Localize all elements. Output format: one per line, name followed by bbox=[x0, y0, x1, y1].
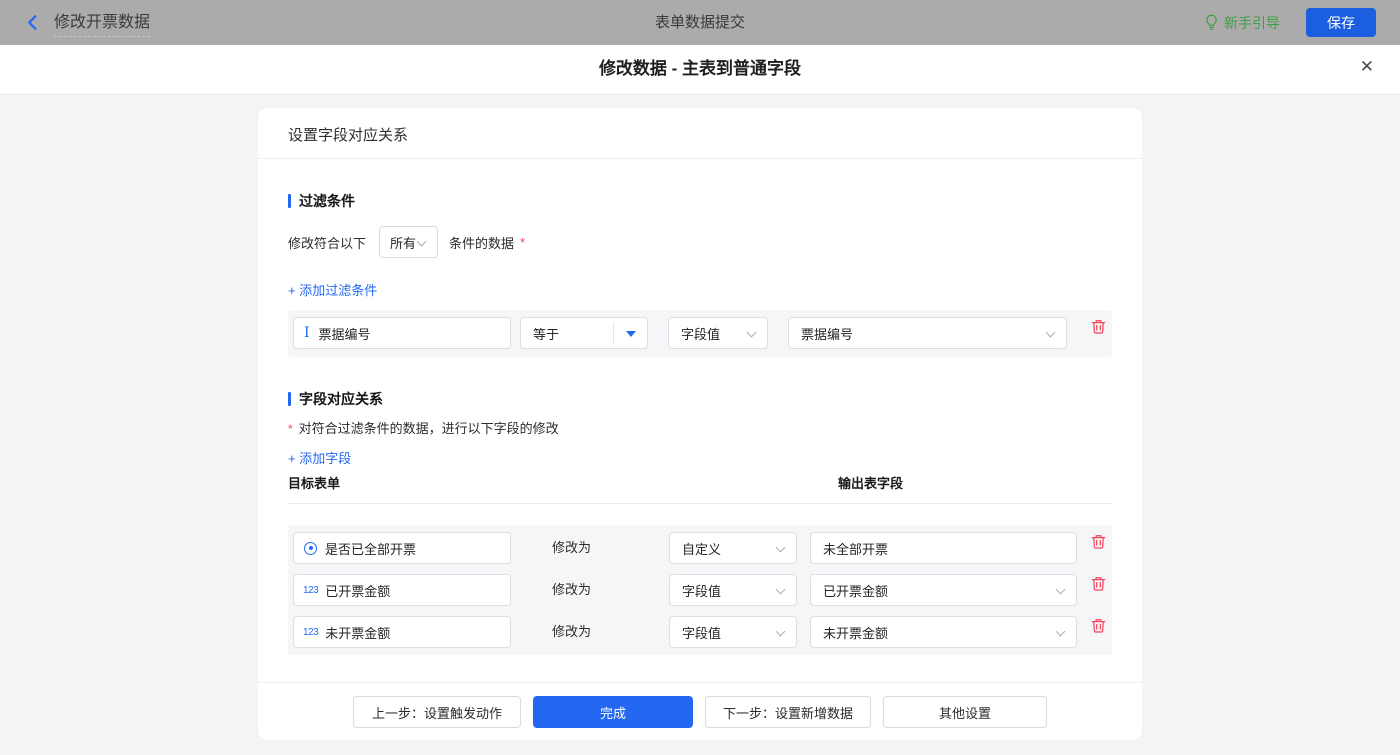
output-field-value: 未开票金额 bbox=[823, 623, 888, 642]
app-title-editable[interactable]: 修改开票数据 bbox=[54, 8, 150, 37]
modify-mode-select[interactable]: 字段值 bbox=[669, 616, 797, 648]
add-field-link[interactable]: + 添加字段 bbox=[288, 448, 351, 467]
filter-field-input[interactable]: I 票据编号 bbox=[293, 317, 511, 349]
divider bbox=[258, 682, 1142, 683]
value-field-select[interactable]: 票据编号 bbox=[788, 317, 1067, 349]
required-asterisk: * bbox=[520, 235, 525, 250]
divider bbox=[613, 322, 614, 344]
page: 表单数据提交 修改开票数据 新手引导 保存 修改数据 - 主表到普通字段 ✕ 设… bbox=[0, 0, 1400, 755]
trash-icon bbox=[1091, 621, 1106, 636]
divider bbox=[288, 503, 1112, 504]
modal-title: 修改数据 - 主表到普通字段 bbox=[0, 45, 1400, 95]
mapping-description-text: 对符合过滤条件的数据，进行以下字段的修改 bbox=[299, 421, 559, 436]
radio-field-icon bbox=[304, 542, 317, 555]
filter-field-value: 票据编号 bbox=[319, 324, 371, 343]
output-field-select[interactable]: 已开票金额 bbox=[810, 574, 1077, 606]
mapping-rows-panel: 是否已全部开票 修改为 自定义 未全部开票 bbox=[288, 525, 1112, 655]
save-button[interactable]: 保存 bbox=[1306, 8, 1376, 37]
number-field-icon: 123 bbox=[303, 585, 318, 596]
chevron-left-icon bbox=[24, 14, 41, 31]
delete-row-button[interactable] bbox=[1091, 576, 1106, 591]
value-type-select[interactable]: 字段值 bbox=[668, 317, 768, 349]
card-title: 设置字段对应关系 bbox=[288, 124, 408, 145]
trash-icon bbox=[1091, 322, 1106, 337]
filter-row-panel: I 票据编号 等于 字段值 票据编号 bbox=[288, 310, 1112, 357]
custom-value-input[interactable]: 未全部开票 bbox=[810, 532, 1077, 564]
custom-value-text: 未全部开票 bbox=[823, 539, 888, 558]
target-field-label: 是否已全部开票 bbox=[325, 539, 416, 558]
prev-step-button[interactable]: 上一步：设置触发动作 bbox=[353, 696, 521, 728]
field-mapping-card: 设置字段对应关系 过滤条件 修改符合以下 所有 条件的数据 * + 添加过滤条件… bbox=[258, 108, 1142, 740]
next-step-button[interactable]: 下一步：设置新增数据 bbox=[705, 696, 871, 728]
match-suffix-label: 条件的数据 bbox=[449, 233, 514, 252]
value-field-value: 票据编号 bbox=[801, 324, 853, 343]
divider bbox=[258, 158, 1142, 159]
done-button[interactable]: 完成 bbox=[533, 696, 693, 728]
back-button[interactable] bbox=[24, 14, 41, 31]
mapping-row: 123 已开票金额 修改为 字段值 已开票金额 bbox=[288, 574, 1112, 606]
match-mode-select[interactable]: 所有 bbox=[379, 226, 438, 258]
mapping-description: * 对符合过滤条件的数据，进行以下字段的修改 bbox=[288, 418, 559, 437]
mapping-section-title: 字段对应关系 bbox=[288, 389, 383, 409]
modify-mode-select[interactable]: 自定义 bbox=[669, 532, 797, 564]
modal-header: 修改数据 - 主表到普通字段 ✕ bbox=[0, 45, 1400, 95]
modify-mode-value: 字段值 bbox=[682, 623, 721, 642]
target-field-label: 未开票金额 bbox=[325, 623, 390, 642]
mapping-section-label: 字段对应关系 bbox=[299, 389, 383, 409]
output-field-value: 已开票金额 bbox=[823, 581, 888, 600]
target-field-box[interactable]: 是否已全部开票 bbox=[293, 532, 511, 564]
delete-row-button[interactable] bbox=[1091, 534, 1106, 549]
delete-filter-button[interactable] bbox=[1091, 319, 1106, 334]
modify-mode-select[interactable]: 字段值 bbox=[669, 574, 797, 606]
other-settings-button[interactable]: 其他设置 bbox=[883, 696, 1047, 728]
delete-row-button[interactable] bbox=[1091, 618, 1106, 633]
text-field-icon: I bbox=[304, 326, 310, 340]
beginner-guide-label: 新手引导 bbox=[1224, 13, 1280, 33]
lightbulb-icon bbox=[1205, 14, 1218, 31]
match-prefix-label: 修改符合以下 bbox=[288, 233, 366, 252]
modify-label: 修改为 bbox=[552, 532, 591, 564]
column-header-target: 目标表单 bbox=[288, 473, 340, 492]
section-marker bbox=[288, 194, 291, 208]
trash-icon bbox=[1091, 537, 1106, 552]
filter-section-label: 过滤条件 bbox=[299, 191, 355, 211]
chevron-down-icon bbox=[776, 627, 786, 637]
chevron-down-icon bbox=[776, 585, 786, 595]
topbar-center-title: 表单数据提交 bbox=[0, 0, 1400, 45]
target-field-box[interactable]: 123 已开票金额 bbox=[293, 574, 511, 606]
chevron-down-icon bbox=[1046, 328, 1056, 338]
operator-value: 等于 bbox=[533, 324, 559, 343]
required-asterisk: * bbox=[288, 422, 293, 436]
value-type-value: 字段值 bbox=[681, 324, 720, 343]
modify-label: 修改为 bbox=[552, 616, 591, 648]
chevron-down-icon bbox=[776, 543, 786, 553]
modify-mode-value: 自定义 bbox=[682, 539, 721, 558]
number-field-icon: 123 bbox=[303, 627, 318, 638]
target-field-box[interactable]: 123 未开票金额 bbox=[293, 616, 511, 648]
chevron-down-icon bbox=[1056, 627, 1066, 637]
close-icon[interactable]: ✕ bbox=[1360, 58, 1374, 75]
column-header-output: 输出表字段 bbox=[838, 473, 903, 492]
top-bar: 表单数据提交 修改开票数据 新手引导 保存 bbox=[0, 0, 1400, 45]
modify-label: 修改为 bbox=[552, 574, 591, 606]
mapping-row: 是否已全部开票 修改为 自定义 未全部开票 bbox=[288, 532, 1112, 564]
trash-icon bbox=[1091, 579, 1106, 594]
beginner-guide-link[interactable]: 新手引导 bbox=[1205, 13, 1280, 33]
operator-select[interactable]: 等于 bbox=[520, 317, 648, 349]
target-field-label: 已开票金额 bbox=[325, 581, 390, 600]
chevron-down-icon bbox=[1056, 585, 1066, 595]
match-mode-value: 所有 bbox=[390, 233, 416, 252]
add-filter-condition-link[interactable]: + 添加过滤条件 bbox=[288, 280, 377, 299]
mapping-row: 123 未开票金额 修改为 字段值 未开票金额 bbox=[288, 616, 1112, 648]
modify-mode-value: 字段值 bbox=[682, 581, 721, 600]
footer-actions: 上一步：设置触发动作 完成 下一步：设置新增数据 其他设置 bbox=[258, 696, 1142, 728]
chevron-down-icon bbox=[417, 237, 427, 247]
filter-section-title: 过滤条件 bbox=[288, 191, 355, 211]
output-field-select[interactable]: 未开票金额 bbox=[810, 616, 1077, 648]
chevron-down-icon bbox=[747, 328, 757, 338]
match-condition-row: 修改符合以下 所有 条件的数据 * bbox=[288, 226, 525, 258]
caret-down-icon bbox=[626, 331, 636, 337]
section-marker bbox=[288, 392, 291, 406]
